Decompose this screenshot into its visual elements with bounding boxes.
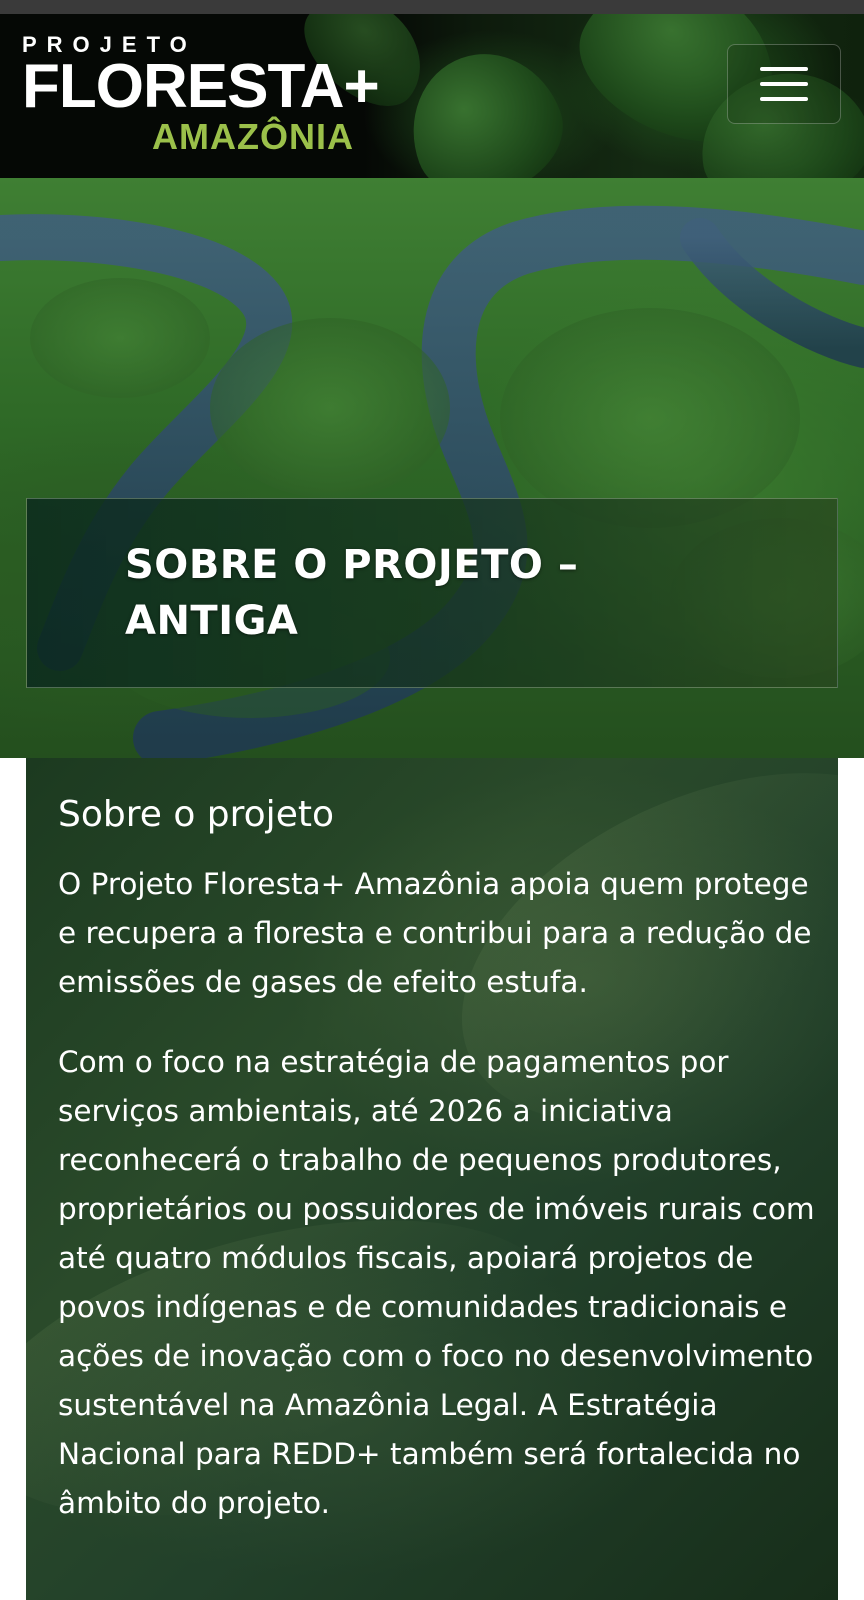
about-section: Sobre o projeto O Projeto Floresta+ Amaz… (26, 758, 838, 1600)
menu-bar (760, 67, 808, 71)
site-header: PROJETO FLORESTA+ AMAZÔNIA (0, 14, 864, 178)
status-strip (0, 0, 864, 14)
logo-sub-text: AMAZÔNIA (152, 116, 354, 157)
page: PROJETO FLORESTA+ AMAZÔNIA SOBRE O PROJE… (0, 0, 864, 1600)
menu-bar (760, 82, 808, 86)
hero-title-box: SOBRE O PROJETO – ANTIGA (26, 498, 838, 688)
paragraph: O Projeto Floresta+ Amazônia apoia quem … (58, 867, 812, 999)
menu-button[interactable] (727, 44, 841, 124)
paragraph: Com o foco na estratégia de pagamentos p… (58, 1045, 815, 1520)
menu-bar (760, 97, 808, 101)
hero-banner: SOBRE O PROJETO – ANTIGA (0, 178, 864, 758)
site-logo[interactable]: PROJETO FLORESTA+ AMAZÔNIA (22, 34, 380, 157)
page-title: SOBRE O PROJETO – ANTIGA (125, 542, 579, 644)
section-heading: Sobre o projeto (58, 794, 334, 835)
logo-main-text: FLORESTA+ (22, 52, 380, 121)
